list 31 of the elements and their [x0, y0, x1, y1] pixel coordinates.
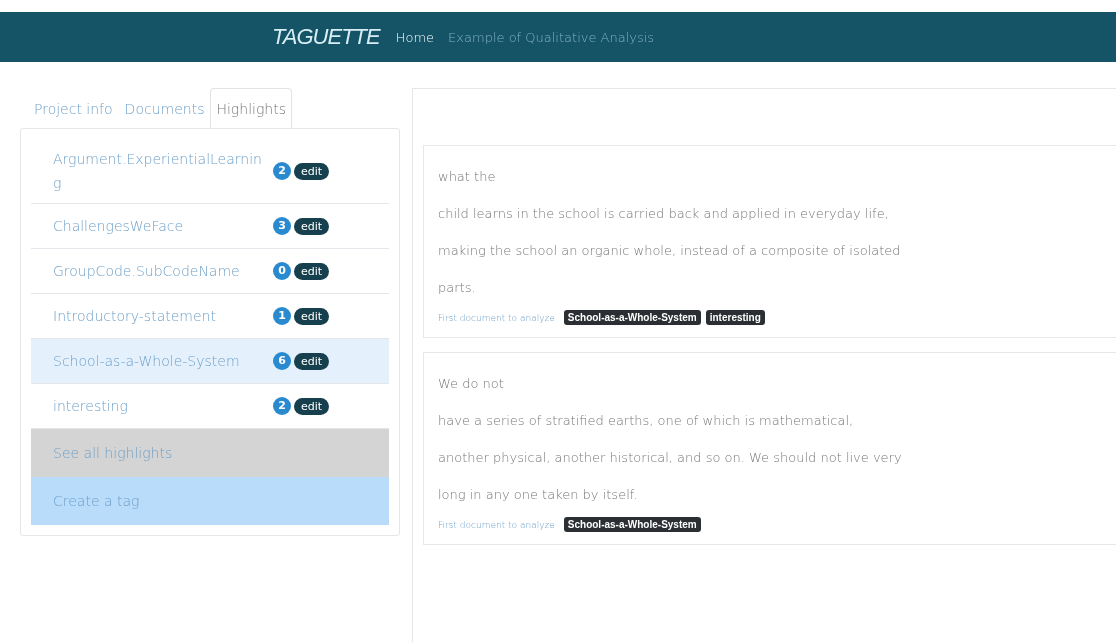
- count-badge: 6: [273, 352, 291, 370]
- tab[interactable]: Highlights: [210, 88, 292, 128]
- edit-button[interactable]: edit: [294, 217, 330, 235]
- highlight-text: another physical, another historical, and so on. We should not live very: [438, 449, 903, 467]
- highlight-text: parts.: [438, 279, 477, 297]
- tag-badge[interactable]: School-as-a-Whole-System: [563, 310, 701, 325]
- tag-item[interactable]: Argument.ExperientialLearning 2 edit: [31, 139, 389, 204]
- nav-link[interactable]: Example of Qualitative Analysis: [448, 29, 655, 45]
- tag-item[interactable]: GroupCode.SubCodeName 0 edit: [31, 249, 389, 294]
- edit-button[interactable]: edit: [294, 397, 330, 415]
- edit-button[interactable]: edit: [294, 352, 330, 370]
- count-badge: 1: [273, 307, 291, 325]
- highlight-text: long in any one taken by itself.: [438, 486, 639, 504]
- count-badge: 2: [273, 397, 291, 415]
- tag-badge[interactable]: interesting: [705, 310, 765, 325]
- nav-link[interactable]: Home: [395, 29, 435, 45]
- highlight-text: what the: [438, 168, 497, 186]
- tag-item[interactable]: ChallengesWeFace 3 edit: [31, 204, 389, 249]
- highlight-text: child learns in the school is carried back and applied in everyday life,: [438, 205, 890, 223]
- tag-badge[interactable]: School-as-a-Whole-System: [563, 517, 701, 532]
- tag-item[interactable]: School-as-a-Whole-System 6 edit: [31, 339, 389, 384]
- highlight-text: making the school an organic whole, instead of a composite of isolated: [438, 242, 902, 260]
- brand-logo[interactable]: TAGUETTE: [272, 24, 380, 50]
- count-badge: 3: [273, 217, 291, 235]
- highlight-text: We do not: [438, 375, 505, 393]
- edit-button[interactable]: edit: [294, 162, 330, 180]
- edit-button[interactable]: edit: [294, 262, 330, 280]
- highlight-text: have a series of stratified earths, one of which is mathematical,: [438, 412, 855, 430]
- edit-button[interactable]: edit: [294, 307, 330, 325]
- count-badge: 0: [273, 262, 291, 280]
- count-badge: 2: [273, 162, 291, 180]
